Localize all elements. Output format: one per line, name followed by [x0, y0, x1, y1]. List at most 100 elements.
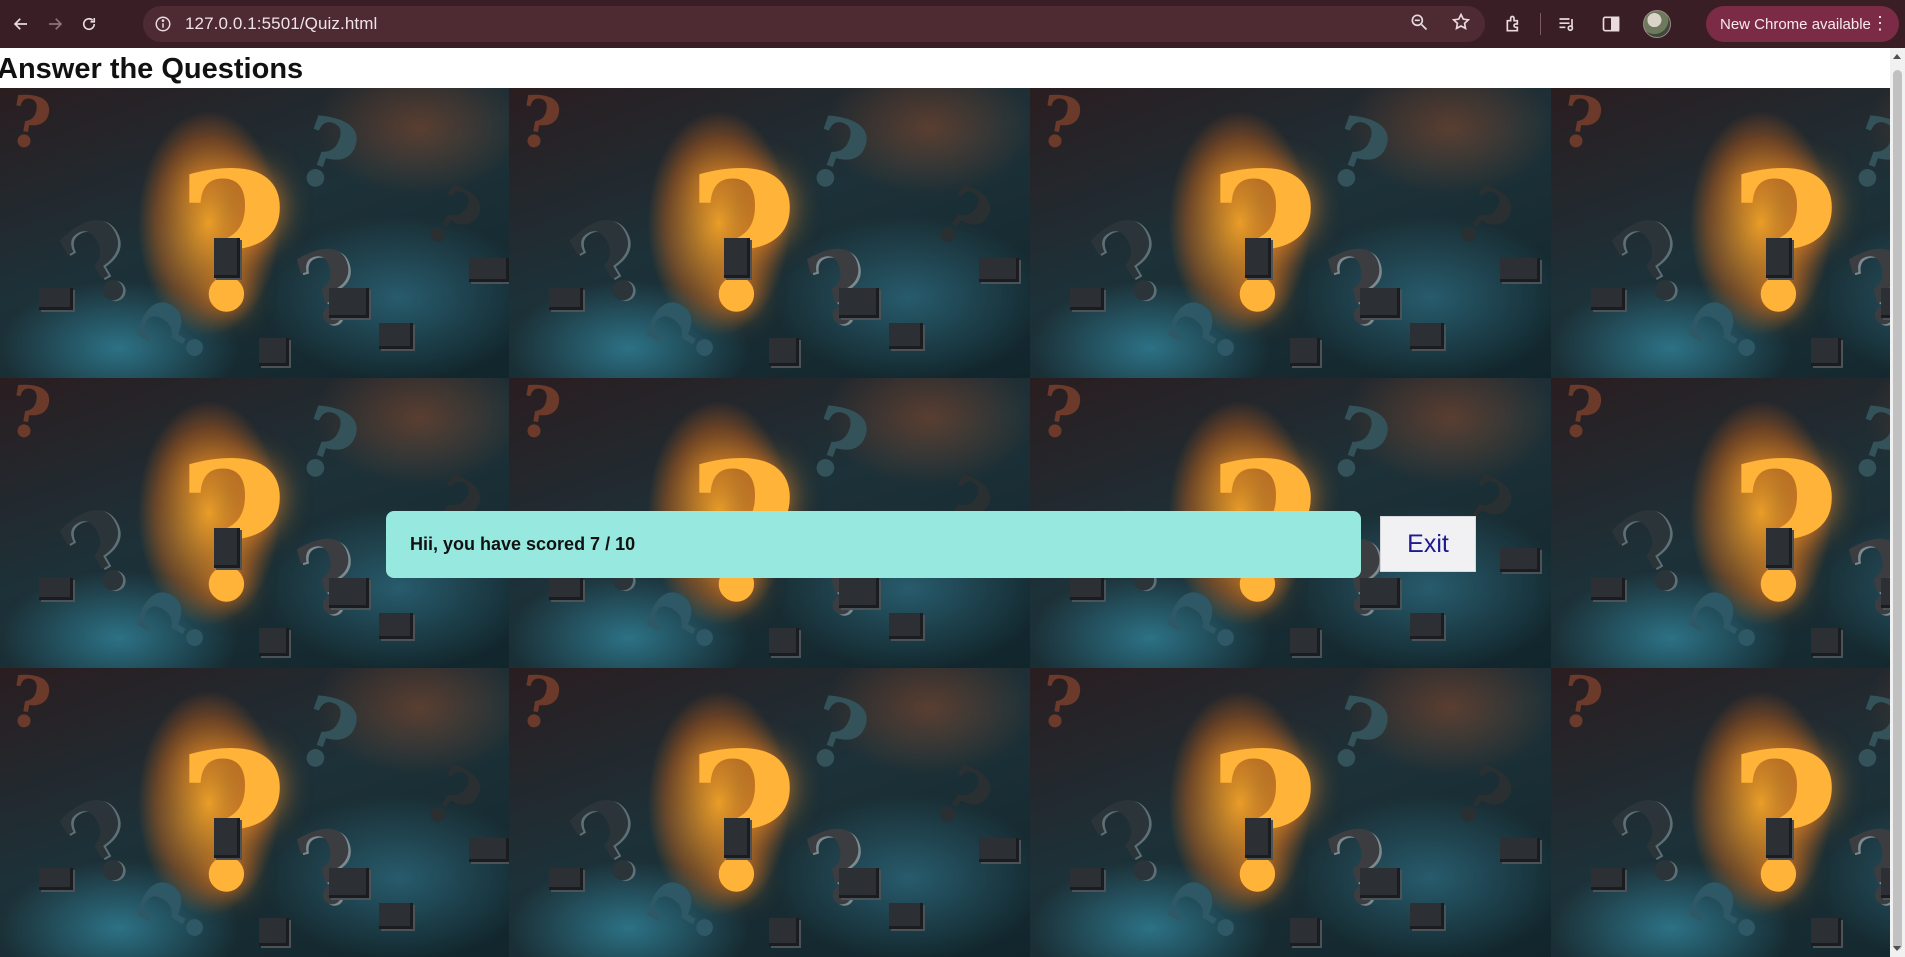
exit-button[interactable]: Exit [1380, 516, 1476, 572]
question-mark-icon: ? [512, 378, 567, 457]
question-mark-icon: ? [2, 378, 57, 457]
update-label: New Chrome available [1720, 15, 1871, 33]
dot-block [549, 288, 583, 310]
dot-block [1245, 818, 1271, 858]
question-mark-icon: ? [1312, 673, 1403, 798]
dot-block [379, 323, 413, 349]
forward-icon[interactable] [40, 9, 70, 39]
dot-block [469, 258, 509, 282]
dot-block [1811, 628, 1841, 656]
question-mark-icon: ? [2, 88, 57, 167]
dot-block [1070, 578, 1104, 600]
scroll-down-arrow[interactable] [1893, 946, 1901, 951]
dot-block [769, 918, 799, 946]
bookmark-star-icon[interactable] [1451, 12, 1471, 37]
dot-block [1881, 578, 1890, 608]
dot-block [549, 868, 583, 890]
dot-block [1410, 903, 1444, 929]
dot-block [329, 578, 369, 608]
dot-block [1500, 258, 1540, 282]
more-menu-icon[interactable]: ⋮ [1871, 14, 1889, 32]
site-info-icon[interactable] [153, 14, 173, 34]
dot-block [214, 818, 240, 858]
question-mark-icon: ? [1312, 383, 1403, 508]
profile-avatar[interactable] [1643, 10, 1671, 38]
question-mark-icon: ? [1554, 668, 1609, 747]
browser-toolbar: 127.0.0.1:5501/Quiz.html New Chrome avai… [0, 0, 1905, 48]
side-panel-icon[interactable] [1599, 12, 1623, 36]
dot-block [1811, 338, 1841, 366]
dot-block [1500, 548, 1540, 572]
background-tile: ??????? [1030, 668, 1554, 957]
dot-block [1070, 288, 1104, 310]
dot-block [889, 903, 923, 929]
dot-block [1290, 338, 1320, 366]
dot-block [839, 288, 879, 318]
scroll-up-arrow[interactable] [1893, 54, 1901, 59]
background-tile: ??????? [0, 668, 523, 957]
dot-block [839, 868, 879, 898]
background-tile: ??????? [1551, 668, 1890, 957]
dot-block [214, 528, 240, 568]
question-mark-icon: ? [1833, 93, 1890, 218]
update-chrome-button[interactable]: New Chrome available ⋮ [1706, 6, 1899, 42]
page-title: Answer the Questions [0, 53, 304, 85]
extensions-icon[interactable] [1502, 12, 1526, 36]
dot-block [839, 578, 879, 608]
question-mark-icon: ? [2, 668, 57, 747]
dot-block [1410, 613, 1444, 639]
dot-block [329, 868, 369, 898]
background-tile: ??????? [0, 88, 523, 378]
question-mark-icon: ? [512, 88, 567, 167]
dot-block [39, 868, 73, 890]
dot-block [1500, 838, 1540, 862]
dot-block [979, 258, 1019, 282]
zoom-icon[interactable] [1409, 12, 1429, 37]
dot-block [1766, 238, 1792, 278]
dot-block [379, 903, 413, 929]
dot-block [259, 628, 289, 656]
question-mark-icon: ? [1437, 746, 1530, 850]
question-mark-icon: ? [1033, 668, 1088, 747]
dot-block [549, 578, 583, 600]
dot-block [259, 918, 289, 946]
question-mark-icon: ? [1033, 88, 1088, 167]
dot-block [1766, 528, 1792, 568]
question-mark-icon: ? [512, 668, 567, 747]
vertical-scrollbar[interactable] [1890, 48, 1905, 957]
question-mark-icon: ? [916, 166, 1009, 270]
dot-block [889, 613, 923, 639]
dot-block [1290, 628, 1320, 656]
media-controls-icon[interactable] [1555, 12, 1579, 36]
question-mark-icon: ? [406, 746, 499, 850]
dot-block [1766, 818, 1792, 858]
dot-block [1290, 918, 1320, 946]
dot-block [769, 338, 799, 366]
background-tile: ??????? [509, 668, 1033, 957]
question-mark-icon: ? [406, 166, 499, 270]
url-text[interactable]: 127.0.0.1:5501/Quiz.html [185, 14, 377, 34]
back-icon[interactable] [6, 9, 36, 39]
question-mark-icon: ? [1554, 88, 1609, 167]
dot-block [1591, 868, 1625, 890]
dot-block [469, 838, 509, 862]
dot-block [1881, 868, 1890, 898]
dot-block [724, 238, 750, 278]
address-bar[interactable]: 127.0.0.1:5501/Quiz.html [143, 6, 1485, 42]
score-message: Hii, you have scored 7 / 10 [410, 534, 636, 554]
question-mark-icon: ? [1554, 378, 1609, 457]
question-mark-icon: ? [281, 383, 372, 508]
dot-block [1070, 868, 1104, 890]
question-mark-icon: ? [791, 383, 882, 508]
dot-block [769, 628, 799, 656]
dot-block [724, 818, 750, 858]
dot-block [1410, 323, 1444, 349]
question-mark-icon: ? [1033, 378, 1088, 457]
question-mark-icon: ? [1312, 93, 1403, 218]
dot-block [1591, 578, 1625, 600]
question-mark-icon: ? [791, 673, 882, 798]
dot-block [1811, 918, 1841, 946]
dot-block [1591, 288, 1625, 310]
scrollbar-thumb[interactable] [1893, 70, 1902, 950]
reload-icon[interactable] [74, 9, 104, 39]
